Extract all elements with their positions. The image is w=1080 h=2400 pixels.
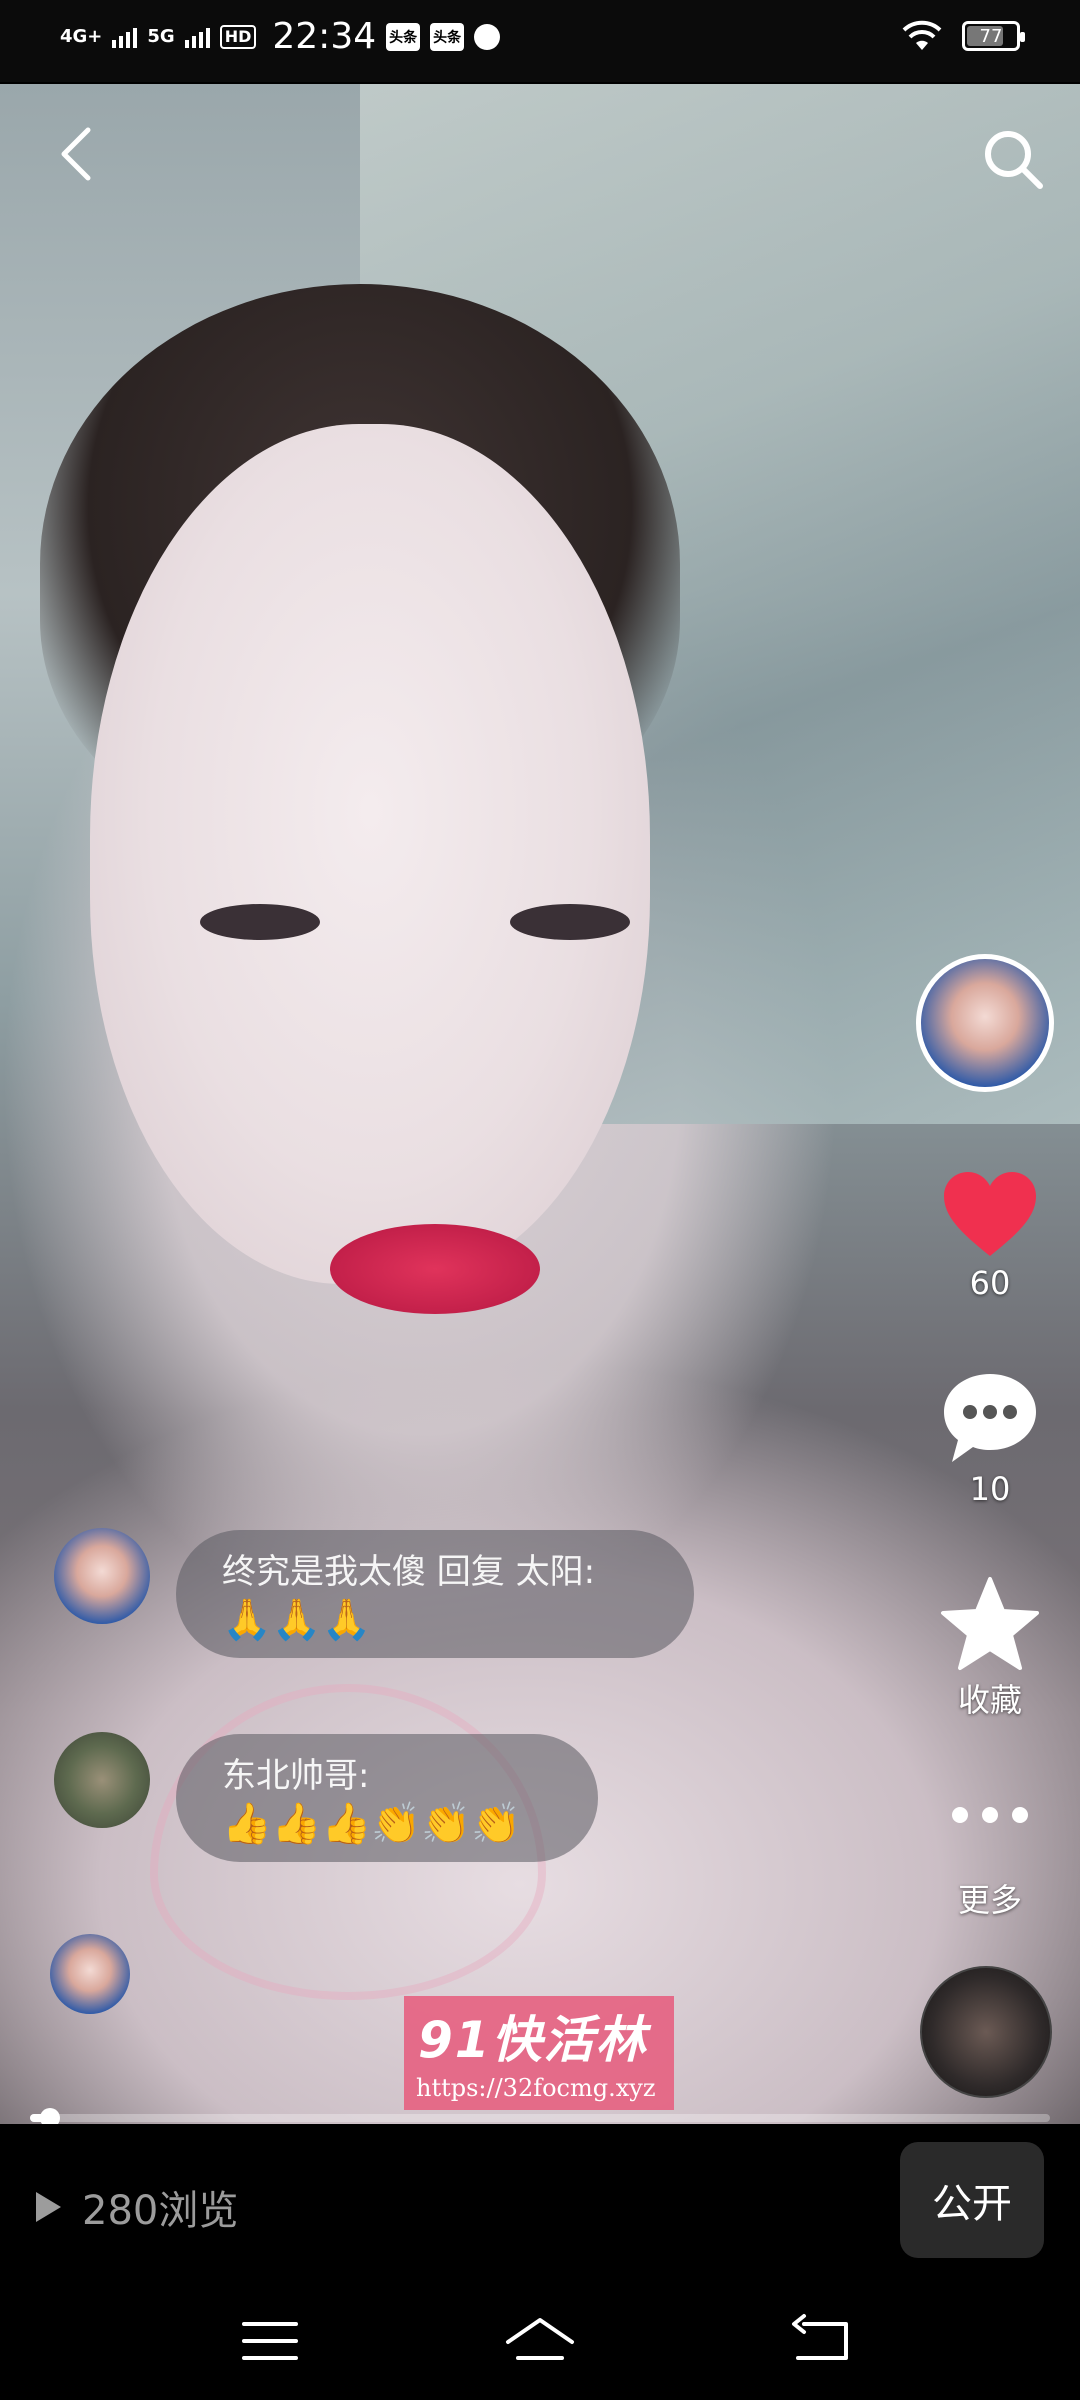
network-5g-label: 5G: [147, 25, 175, 47]
author-avatar[interactable]: [916, 954, 1054, 1092]
wifi-icon: [902, 20, 942, 50]
media-notification-icon: [474, 23, 501, 50]
commenter-avatar[interactable]: [54, 1732, 150, 1828]
danmaku-emoji: 👍👍👍👏👏👏: [222, 1801, 521, 1847]
video-progress-bar[interactable]: [30, 2108, 1050, 2128]
video-subject-eye: [510, 904, 630, 940]
app-notification-icon: 头条: [386, 22, 421, 51]
danmaku-text: 东北帅哥:: [222, 1756, 370, 1796]
play-icon: [36, 2192, 61, 2222]
danmaku-comment: 终究是我太傻 回复 太阳: 🙏🙏🙏: [176, 1530, 694, 1658]
comment-count: 10: [969, 1470, 1011, 1508]
like-button[interactable]: 60: [930, 1170, 1050, 1302]
app-notification-icon: 头条: [430, 22, 465, 51]
battery-icon: 77: [962, 21, 1025, 51]
danmaku-comment: 东北帅哥: 👍👍👍👏👏👏: [176, 1734, 598, 1862]
danmaku-emoji: 🙏🙏🙏: [222, 1597, 372, 1643]
danmaku-text: 终究是我太傻 回复 太阳:: [222, 1552, 596, 1592]
view-count: 280浏览: [32, 2178, 238, 2236]
commenter-avatar[interactable]: [54, 1528, 150, 1624]
signal-1-icon: [112, 26, 138, 48]
status-bar: 4G+ 5G HD 22:34 头条 头条 77: [0, 0, 1080, 82]
system-nav-bar: [0, 2290, 1080, 2400]
search-icon[interactable]: [978, 124, 1048, 194]
favorite-label: 收藏: [957, 1681, 1022, 1719]
back-icon[interactable]: [50, 124, 110, 184]
favorite-button[interactable]: 收藏: [930, 1575, 1050, 1721]
watermark: 91快活林 https://32focmg.xyz: [404, 1996, 674, 2110]
signal-2-icon: [184, 26, 210, 48]
commenter-avatar[interactable]: [50, 1934, 130, 2014]
network-4g-label: 4G+: [60, 25, 103, 47]
heart-icon: [944, 1172, 1036, 1256]
music-disc[interactable]: [920, 1966, 1052, 2098]
star-icon: [941, 1577, 1039, 1670]
clock: 22:34: [272, 16, 377, 57]
more-label: 更多: [957, 1881, 1022, 1919]
video-subject-eye: [200, 904, 320, 940]
home-icon[interactable]: [500, 2306, 580, 2376]
battery-level: 77: [979, 25, 1003, 47]
comment-button[interactable]: 10: [930, 1370, 1050, 1508]
hd-icon: HD: [219, 24, 257, 49]
video-subject-face: [90, 424, 650, 1284]
video-subject-lips: [330, 1224, 540, 1314]
public-button[interactable]: 公开: [900, 2142, 1044, 2258]
watermark-url: https://32focmg.xyz: [416, 2074, 656, 2102]
more-button[interactable]: 更多: [930, 1795, 1050, 1921]
three-dots-icon: [930, 1795, 1050, 1835]
views-text: 280浏览: [82, 2188, 239, 2234]
like-count: 60: [969, 1264, 1011, 1302]
back-arrow-icon[interactable]: [780, 2306, 860, 2376]
chat-bubble-icon: [944, 1374, 1036, 1462]
watermark-title: 91快活林: [418, 2011, 648, 2069]
menu-icon[interactable]: [230, 2306, 310, 2376]
